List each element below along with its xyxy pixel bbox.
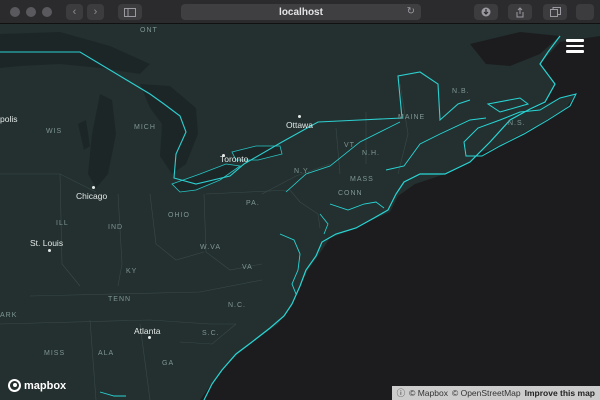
label-wis: WIS — [46, 128, 63, 135]
window-zoom-button[interactable] — [42, 7, 52, 17]
label-mich: MICH — [134, 124, 156, 131]
download-icon — [481, 7, 491, 17]
label-ark: ARK — [0, 312, 18, 319]
share-button[interactable] — [508, 4, 532, 20]
label-ga: GA — [162, 360, 175, 367]
new-tab-button[interactable] — [576, 4, 594, 20]
map-basemap — [0, 24, 600, 400]
city-toronto: Toronto — [220, 154, 249, 164]
label-tenn: TENN — [108, 296, 132, 303]
city-atlanta: Atlanta — [134, 326, 161, 336]
attribution-info-icon[interactable]: ⓘ — [397, 387, 406, 399]
label-miss: MISS — [44, 350, 66, 357]
downloads-button[interactable] — [474, 4, 498, 20]
browser-toolbar: ‹ › localhost ↻ — [0, 0, 600, 24]
label-ind: IND — [108, 224, 124, 231]
back-button[interactable]: ‹ — [66, 4, 83, 20]
improve-map-link[interactable]: Improve this map — [525, 388, 595, 398]
city-ottawa: Ottawa — [286, 120, 313, 130]
city-st-louis: St. Louis — [30, 238, 64, 248]
label-ill: ILL — [56, 220, 69, 227]
label-ala: ALA — [98, 350, 115, 357]
attribution-osm-link[interactable]: © OpenStreetMap — [452, 388, 521, 398]
hamburger-icon[interactable] — [566, 39, 584, 53]
label-pa: PA. — [246, 200, 260, 207]
label-vt: VT — [344, 142, 355, 149]
label-nc: N.C. — [228, 302, 246, 309]
back-icon: ‹ — [72, 6, 77, 18]
city-dot-ottawa — [298, 115, 301, 118]
label-ns: N.S. — [508, 120, 526, 127]
mapbox-logo-text: mapbox — [24, 379, 67, 392]
label-wva: W.VA — [200, 244, 221, 251]
city-dot-st-louis — [48, 249, 51, 252]
map-canvas[interactable]: ONT WIS MICH ILL IND OHIO KY TENN ARK MI… — [0, 24, 600, 400]
label-nb: N.B. — [452, 88, 470, 95]
label-ont: ONT — [140, 27, 158, 34]
mapbox-logo[interactable]: mapbox — [8, 379, 66, 392]
label-ny: N.Y. — [294, 168, 311, 175]
forward-icon: › — [93, 6, 98, 18]
label-mass: MASS — [350, 176, 374, 183]
attribution-mapbox-link[interactable]: © Mapbox — [409, 388, 448, 398]
url-text: localhost — [279, 6, 323, 18]
city-dot-chicago — [92, 186, 95, 189]
city-chicago: Chicago — [76, 191, 108, 201]
city-minneapolis-fragment: polis — [0, 114, 18, 124]
label-nh: N.H. — [362, 150, 380, 157]
label-va: VA — [242, 264, 253, 271]
label-ohio: OHIO — [168, 212, 190, 219]
share-icon — [516, 6, 524, 17]
label-maine: MAINE — [398, 114, 426, 121]
address-bar[interactable]: localhost ↻ — [181, 4, 421, 20]
window-minimize-button[interactable] — [26, 7, 36, 17]
tabs-button[interactable] — [543, 4, 567, 20]
window-close-button[interactable] — [10, 7, 20, 17]
sidebar-icon — [124, 7, 136, 17]
forward-button[interactable]: › — [87, 4, 104, 20]
land-mass — [0, 24, 600, 400]
city-dot-atlanta — [148, 336, 151, 339]
browser-window: ‹ › localhost ↻ ONT WIS MICH ILL IND OHI… — [0, 0, 600, 400]
attribution-bar: ⓘ © Mapbox © OpenStreetMap Improve this … — [391, 386, 600, 400]
mapbox-logo-icon — [8, 379, 21, 392]
tabs-icon — [549, 7, 561, 17]
sidebar-button[interactable] — [118, 4, 142, 20]
label-ky: KY — [126, 268, 138, 275]
reload-icon[interactable]: ↻ — [407, 6, 415, 17]
label-sc: S.C. — [202, 330, 220, 337]
label-conn: CONN — [338, 190, 363, 197]
